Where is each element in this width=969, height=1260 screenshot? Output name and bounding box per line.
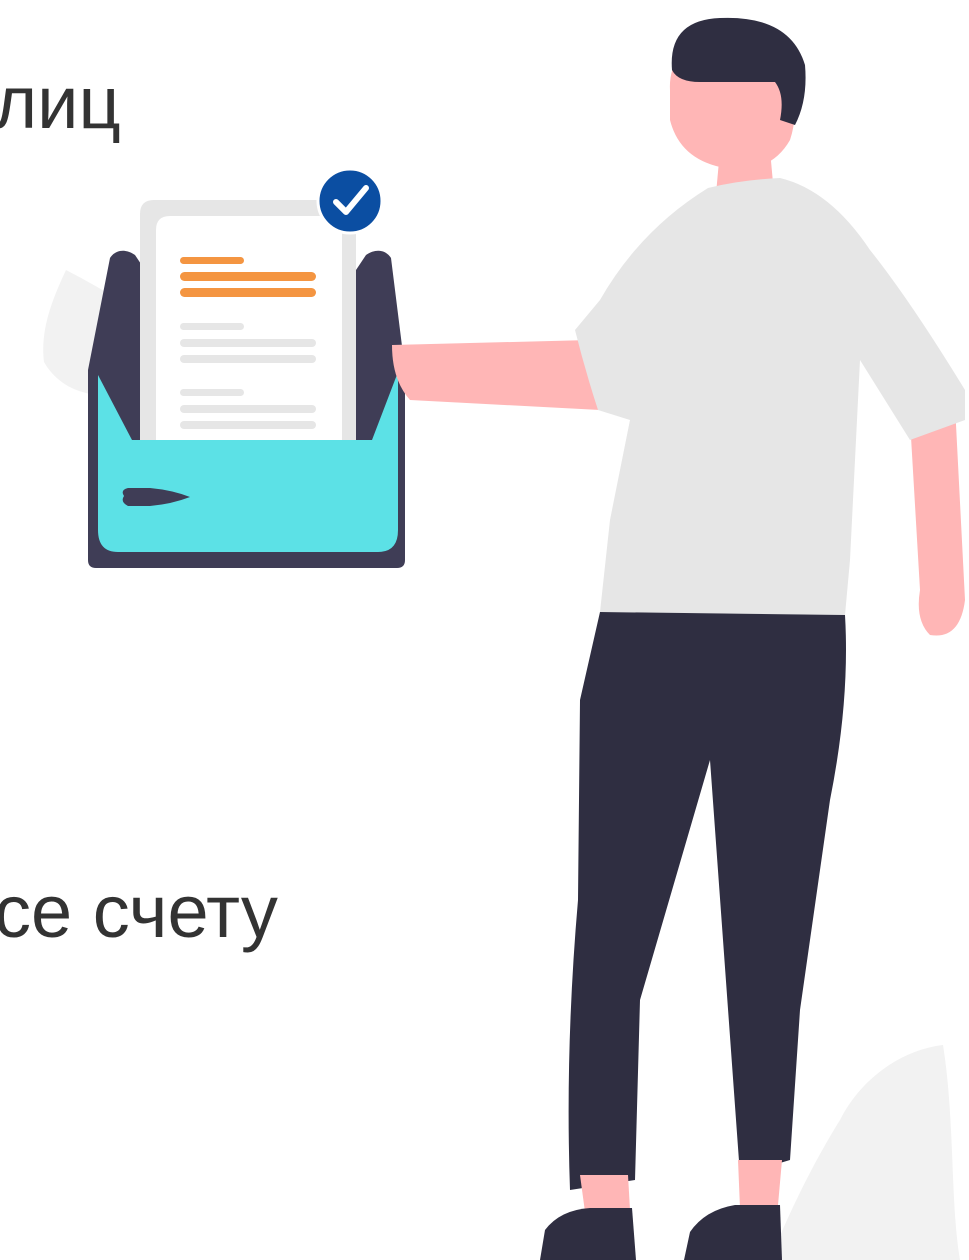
leaf-right-decoration bbox=[770, 1045, 960, 1260]
document-icon bbox=[140, 200, 356, 440]
mail-tray-icon bbox=[88, 200, 405, 568]
person-with-document-illustration bbox=[43, 17, 965, 1260]
checkmark-badge bbox=[316, 167, 384, 235]
